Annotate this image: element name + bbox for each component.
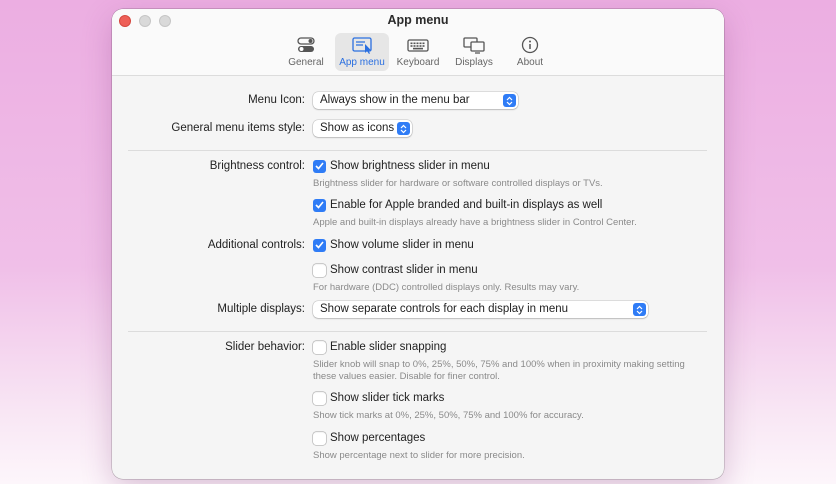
help-text: Show percentage next to slider for more … — [313, 450, 525, 461]
additional-controls-label: Additional controls: — [207, 239, 305, 251]
tab-displays[interactable]: Displays — [447, 33, 501, 71]
multiple-displays-row: Multiple displays: Show separate control… — [112, 301, 724, 321]
toggle-icon — [297, 37, 315, 52]
checkbox-box — [313, 340, 326, 354]
displays-icon — [463, 37, 485, 54]
tab-label: App menu — [339, 57, 385, 68]
contrast-checkbox[interactable]: Show contrast slider in menu — [313, 262, 478, 278]
tick-marks-checkbox[interactable]: Show slider tick marks — [313, 390, 444, 406]
popup-value: Show as icons — [320, 122, 395, 134]
divider — [128, 150, 707, 151]
checkbox-label: Enable for Apple branded and built-in di… — [330, 199, 603, 211]
checkmark-icon — [313, 198, 326, 212]
help-text: Show tick marks at 0%, 25%, 50%, 75% and… — [313, 410, 584, 421]
slider-snapping-checkbox[interactable]: Enable slider snapping — [313, 339, 446, 355]
checkbox-label: Enable slider snapping — [330, 341, 447, 353]
title-bar: App menu General App menu Keyboard Displ… — [112, 9, 724, 76]
tab-app-menu[interactable]: App menu — [335, 33, 389, 71]
multiple-displays-label: Multiple displays: — [217, 303, 305, 315]
popup-value: Always show in the menu bar — [320, 94, 470, 106]
checkmark-icon — [313, 238, 326, 252]
apple-displays-checkbox[interactable]: Enable for Apple branded and built-in di… — [313, 197, 602, 213]
checkbox-box — [313, 431, 326, 445]
brightness-label: Brightness control: — [209, 160, 305, 172]
divider — [128, 331, 707, 332]
checkbox-label: Show slider tick marks — [330, 392, 445, 404]
checkbox-label: Show volume slider in menu — [330, 239, 474, 251]
tab-general[interactable]: General — [279, 33, 333, 71]
tab-label: Displays — [455, 57, 493, 68]
tab-label: General — [288, 57, 324, 68]
general-style-label: General menu items style: — [171, 122, 305, 134]
checkbox-label: Show percentages — [330, 432, 426, 444]
slider-behavior-label: Slider behavior: — [225, 341, 305, 353]
checkbox-box — [313, 391, 326, 405]
checkmark-icon — [313, 159, 326, 173]
chevron-updown-icon — [503, 94, 516, 107]
tab-keyboard[interactable]: Keyboard — [391, 33, 445, 71]
menu-icon-popup[interactable]: Always show in the menu bar — [313, 92, 518, 109]
info-icon — [521, 36, 539, 54]
help-text: Brightness slider for hardware or softwa… — [313, 178, 603, 189]
window-title: App menu — [387, 13, 449, 27]
popup-value: Show separate controls for each display … — [320, 303, 569, 315]
checkbox-label: Show brightness slider in menu — [330, 160, 490, 172]
multiple-displays-popup[interactable]: Show separate controls for each display … — [313, 301, 648, 318]
help-text-line: Slider knob will snap to 0%, 25%, 50%, 7… — [313, 359, 685, 370]
help-text-line: these values easier. Disable for finer c… — [313, 371, 500, 382]
tab-about[interactable]: About — [503, 33, 557, 71]
volume-checkbox[interactable]: Show volume slider in menu — [313, 237, 474, 253]
help-text: Slider knob will snap to 0%, 25%, 50%, 7… — [313, 359, 713, 383]
preferences-window: App menu General App menu Keyboard Displ… — [112, 9, 724, 479]
help-text: For hardware (DDC) controlled displays o… — [313, 282, 580, 293]
help-text: Apple and built-in displays already have… — [313, 217, 637, 228]
chevron-updown-icon — [633, 303, 646, 316]
menu-icon-label: Menu Icon: — [248, 94, 305, 106]
preferences-toolbar: General App menu Keyboard Displays About — [112, 33, 724, 71]
checkbox-box — [313, 263, 326, 277]
percentages-checkbox[interactable]: Show percentages — [313, 430, 425, 446]
tab-label: About — [516, 57, 544, 68]
tab-label: Keyboard — [396, 57, 440, 68]
show-brightness-checkbox[interactable]: Show brightness slider in menu — [313, 158, 490, 174]
general-style-popup[interactable]: Show as icons — [313, 120, 412, 137]
menu-pointer-icon — [352, 37, 372, 54]
menu-icon-row: Menu Icon: Always show in the menu bar — [112, 92, 724, 112]
keyboard-icon — [407, 39, 429, 52]
chevron-updown-icon — [397, 122, 410, 135]
checkbox-label: Show contrast slider in menu — [330, 264, 478, 276]
general-style-row: General menu items style: Show as icons — [112, 120, 724, 140]
